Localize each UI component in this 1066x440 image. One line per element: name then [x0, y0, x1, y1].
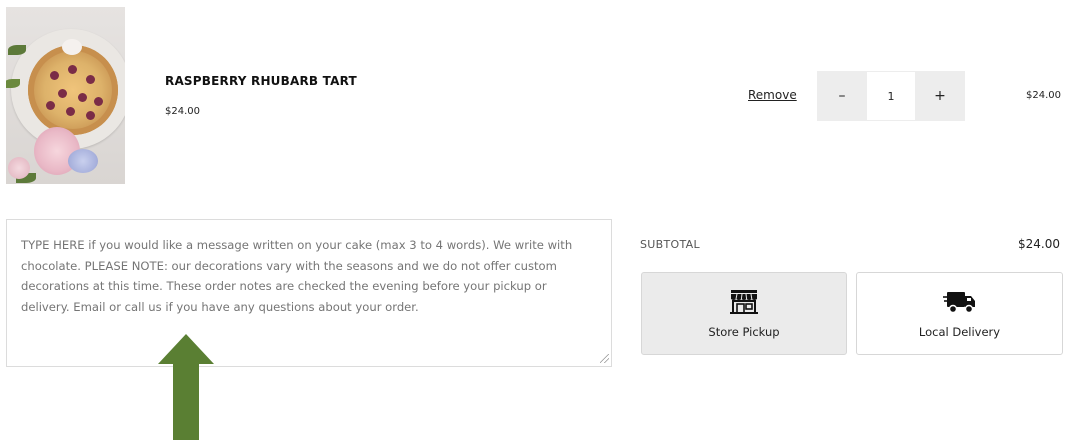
store-pickup-label: Store Pickup: [708, 324, 780, 339]
line-total: $24.00: [1026, 90, 1061, 101]
berry: [86, 111, 95, 120]
berry: [58, 89, 67, 98]
product-title: RASPBERRY RHUBARB TART: [165, 74, 357, 88]
store-pickup-button[interactable]: Store Pickup: [641, 272, 847, 355]
berry: [68, 65, 77, 74]
pink-flower: [8, 157, 30, 179]
local-delivery-button[interactable]: Local Delivery: [856, 272, 1063, 355]
berry: [50, 71, 59, 80]
quantity-stepper: – +: [817, 71, 965, 121]
subtotal-label: SUBTOTAL: [640, 238, 700, 251]
delivery-truck-icon: [942, 289, 977, 315]
cream-flower: [62, 39, 82, 55]
berry: [46, 101, 55, 110]
blue-flower: [68, 149, 98, 173]
arrow-up-icon: [158, 334, 214, 440]
berry: [94, 97, 103, 106]
storefront-icon: [729, 289, 759, 315]
product-image: [6, 7, 125, 184]
berry: [78, 93, 87, 102]
quantity-input[interactable]: [867, 71, 915, 121]
leaf: [8, 45, 26, 55]
local-delivery-label: Local Delivery: [918, 324, 1001, 339]
tart-shape: [28, 45, 118, 135]
order-notes-textarea[interactable]: [6, 219, 612, 367]
berry: [66, 107, 75, 116]
subtotal-value: $24.00: [1018, 237, 1060, 251]
product-price: $24.00: [165, 106, 200, 117]
increment-button[interactable]: +: [915, 71, 965, 121]
resize-handle[interactable]: [600, 354, 609, 363]
remove-link[interactable]: Remove: [748, 88, 797, 102]
decrement-button[interactable]: –: [817, 71, 867, 121]
berry: [86, 75, 95, 84]
